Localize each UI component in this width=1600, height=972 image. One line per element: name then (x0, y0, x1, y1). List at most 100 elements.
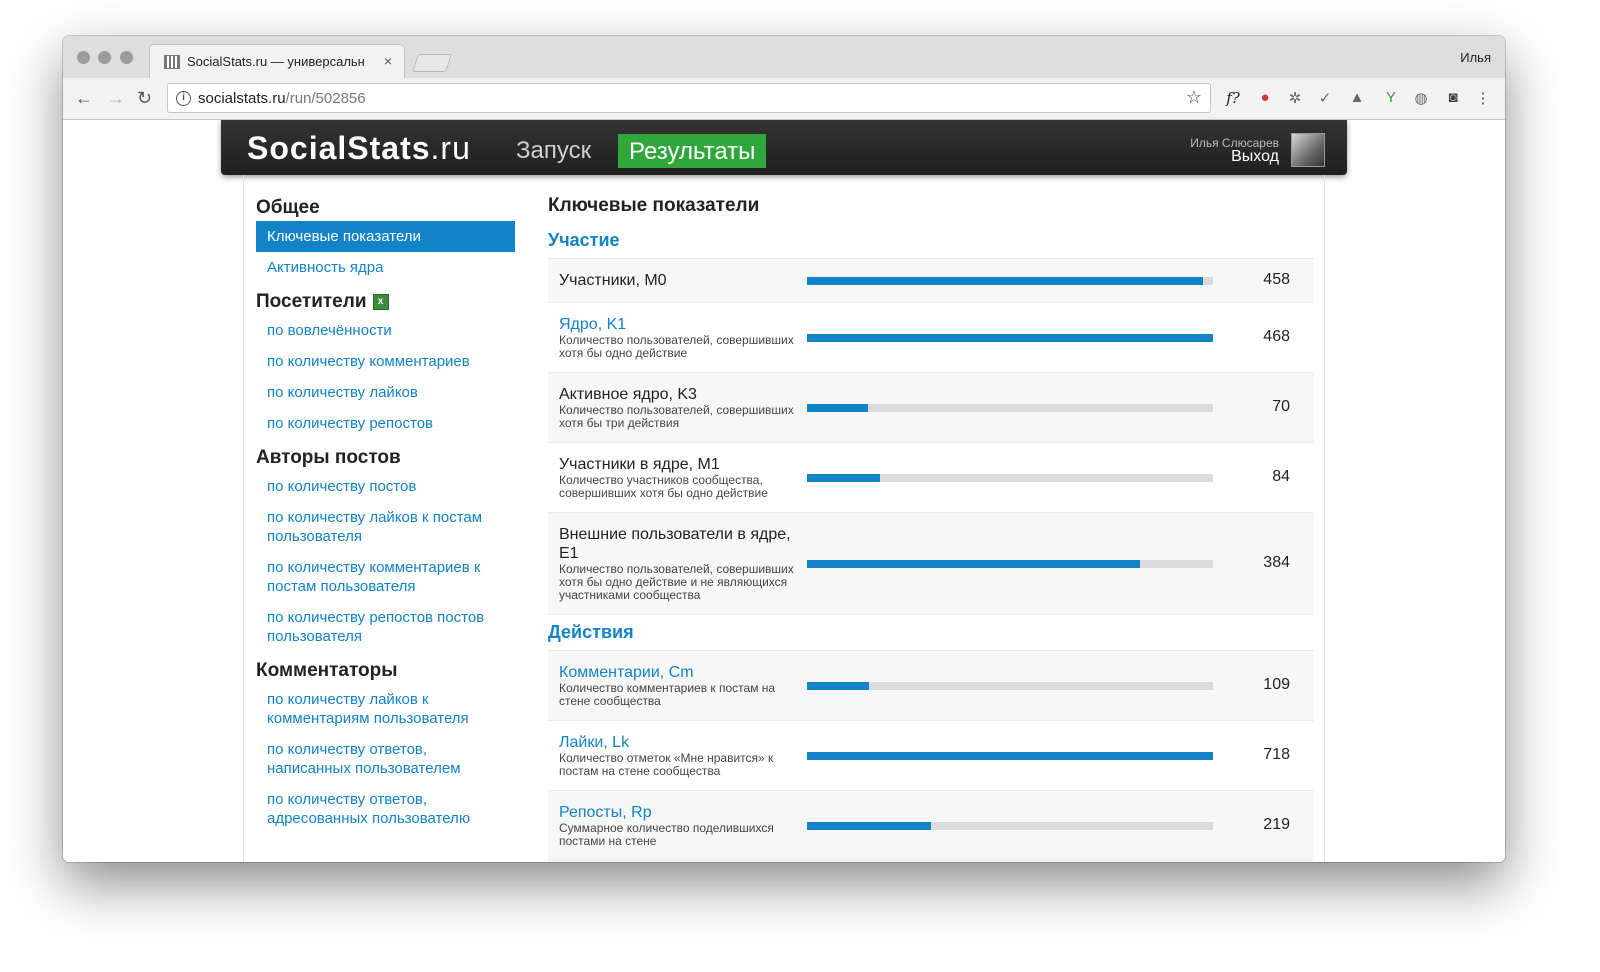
formula-extension-icon[interactable]: f? (1223, 89, 1243, 107)
metric-name: Участники, M0 (559, 272, 667, 289)
url-host: socialstats.ru (198, 90, 286, 107)
back-icon[interactable]: ← (75, 88, 93, 109)
sidebar-item[interactable]: по количеству ответов, адресованных поль… (256, 784, 515, 834)
metric-row: Ядро, K1 Количество пользователей, соверш… (548, 303, 1314, 373)
metric-value: 109 (1263, 675, 1290, 693)
metric-description: Количество участников сообщества, соверш… (559, 473, 768, 500)
metric-row: Активное ядро, K3 Количество пользователе… (548, 373, 1314, 443)
sidebar-item[interactable]: по количеству комментариев к постам поль… (256, 552, 515, 602)
url-text: socialstats.ru/run/502856 (198, 90, 366, 107)
sidebar-heading: Авторы постов (256, 445, 515, 471)
info-icon[interactable]: i (176, 91, 191, 106)
sidebar: Общее Ключевые показатели Активность ядра П… (256, 195, 515, 840)
browser-tab[interactable]: SocialStats.ru — универсальн × (149, 44, 405, 78)
metric-bar-fill (807, 681, 869, 690)
metric-bar-fill (807, 473, 881, 482)
excel-export-icon[interactable]: x (372, 294, 389, 310)
sidebar-item[interactable]: по количеству репостов постов пользовате… (256, 602, 515, 652)
bookmark-star-icon[interactable]: ☆ (1186, 87, 1202, 108)
sidebar-item[interactable]: по количеству комментариев (256, 346, 515, 377)
metric-bar-track (807, 681, 1213, 690)
metric-row: Репосты, Rp Суммарное количество поделивш… (548, 791, 1314, 861)
sidebar-item[interactable]: по количеству ответов, написанных пользо… (256, 734, 515, 784)
metric-bar-fill (807, 276, 1203, 285)
page-viewport: SocialStats.ru Запуск Результаты Илья Сл… (63, 120, 1505, 862)
globe-extension-icon[interactable]: ◍ (1411, 89, 1431, 107)
address-bar[interactable]: i socialstats.ru/run/502856 ☆ (167, 83, 1211, 113)
metric-description: Количество пользователей, совершивших хо… (559, 333, 794, 360)
profile-name[interactable]: Илья (1460, 50, 1491, 65)
site-logo[interactable]: SocialStats.ru (247, 130, 471, 167)
sidebar-item[interactable]: по количеству лайков к постам пользовате… (256, 502, 515, 552)
reload-icon[interactable]: ↻ (137, 88, 152, 109)
metric-value: 84 (1272, 467, 1290, 485)
metric-bar-fill (807, 821, 931, 830)
menu-icon[interactable]: ⋮ (1473, 89, 1493, 107)
metric-name[interactable]: Репосты, Rp (559, 803, 797, 822)
sidebar-group: Посетители x по вовлечённости по количеству… (256, 289, 515, 439)
sidebar-item[interactable]: по количеству лайков к комментариям поль… (256, 684, 515, 734)
new-tab-button[interactable] (412, 54, 452, 72)
sidebar-item[interactable]: по количеству репостов (256, 408, 515, 439)
close-tab-icon[interactable]: × (384, 53, 392, 69)
metric-bar-fill (807, 559, 1140, 568)
drive-extension-icon[interactable]: ▲ (1347, 89, 1367, 106)
page-title: Ключевые показатели (548, 195, 760, 216)
metric-bar-track (807, 751, 1213, 760)
metric-description: Количество отметок «Мне нравится» к пост… (559, 751, 774, 778)
metric-bar-fill (807, 333, 1213, 342)
metric-bar-track (807, 821, 1213, 830)
gear-extension-icon[interactable]: ✲ (1285, 89, 1305, 107)
sidebar-heading-text: Посетители (256, 291, 367, 312)
metric-description: Количество пользователей, совершивших хо… (559, 562, 794, 602)
sidebar-group: Авторы постов по количеству постов по коли… (256, 445, 515, 652)
pocket-extension-icon[interactable]: ◙ (1443, 89, 1463, 106)
yandex-extension-icon[interactable]: Y (1381, 89, 1401, 106)
main-panel: Ключевые показатели Участие Участники, M0… (548, 195, 1314, 861)
metric-bar-track (807, 403, 1213, 412)
tab-title: SocialStats.ru — универсальн (187, 54, 365, 69)
browser-toolbar: ← → ↻ i socialstats.ru/run/502856 ☆ f? ●… (63, 78, 1505, 120)
sidebar-heading: Общее (256, 195, 515, 221)
sidebar-group: Комментаторы по количеству лайков к комме… (256, 658, 515, 834)
sidebar-heading: Комментаторы (256, 658, 515, 684)
metric-name: Участники в ядре, M1 (559, 456, 720, 473)
browser-window: SocialStats.ru — универсальн × Илья ← → … (63, 36, 1505, 862)
metric-value: 384 (1263, 553, 1290, 571)
sidebar-item[interactable]: Ключевые показатели (256, 221, 515, 252)
sidebar-item[interactable]: Активность ядра (256, 252, 515, 283)
metric-description: Количество пользователей, совершивших хо… (559, 403, 794, 430)
check-extension-icon[interactable]: ✓ (1315, 89, 1335, 107)
metric-name[interactable]: Ядро, K1 (559, 315, 797, 334)
logo-main: SocialStats (247, 130, 431, 166)
url-path: /run/502856 (285, 90, 366, 107)
nav-results-link[interactable]: Результаты (618, 134, 767, 168)
sidebar-heading-text: Авторы постов (256, 447, 401, 468)
opera-extension-icon[interactable]: ● (1255, 89, 1275, 106)
metric-row: Участники в ядре, M1 Количество участнико… (548, 443, 1314, 513)
metric-name[interactable]: Лайки, Lk (559, 733, 797, 752)
minimize-window-button[interactable] (98, 51, 111, 64)
metric-name[interactable]: Комментарии, Cm (559, 663, 797, 682)
avatar[interactable] (1291, 133, 1325, 167)
metric-bar-track (807, 276, 1213, 285)
metric-bar-fill (807, 403, 868, 412)
metric-description: Количество комментариев к постам на стен… (559, 681, 776, 708)
sidebar-item[interactable]: по количеству постов (256, 471, 515, 502)
logo-suffix: .ru (430, 130, 471, 166)
sidebar-item[interactable]: по вовлечённости (256, 315, 515, 346)
section-title: Участие (548, 223, 1314, 259)
metric-value: 70 (1272, 397, 1290, 415)
metric-description: Суммарное количество поделившихся постам… (559, 821, 774, 848)
sidebar-item[interactable]: по количеству лайков (256, 377, 515, 408)
metric-row: Внешние пользователи в ядре, E1 Количеств… (548, 513, 1314, 615)
logout-link[interactable]: Выход (1231, 148, 1279, 166)
metric-row: Лайки, Lk Количество отметок «Мне нравитс… (548, 721, 1314, 791)
sidebar-heading-text: Общее (256, 197, 320, 218)
metric-name: Активное ядро, K3 (559, 386, 697, 403)
close-window-button[interactable] (77, 51, 90, 64)
nav-run-link[interactable]: Запуск (516, 137, 591, 165)
sidebar-heading-text: Комментаторы (256, 660, 398, 681)
zoom-window-button[interactable] (120, 51, 133, 64)
forward-icon[interactable]: → (107, 88, 125, 109)
